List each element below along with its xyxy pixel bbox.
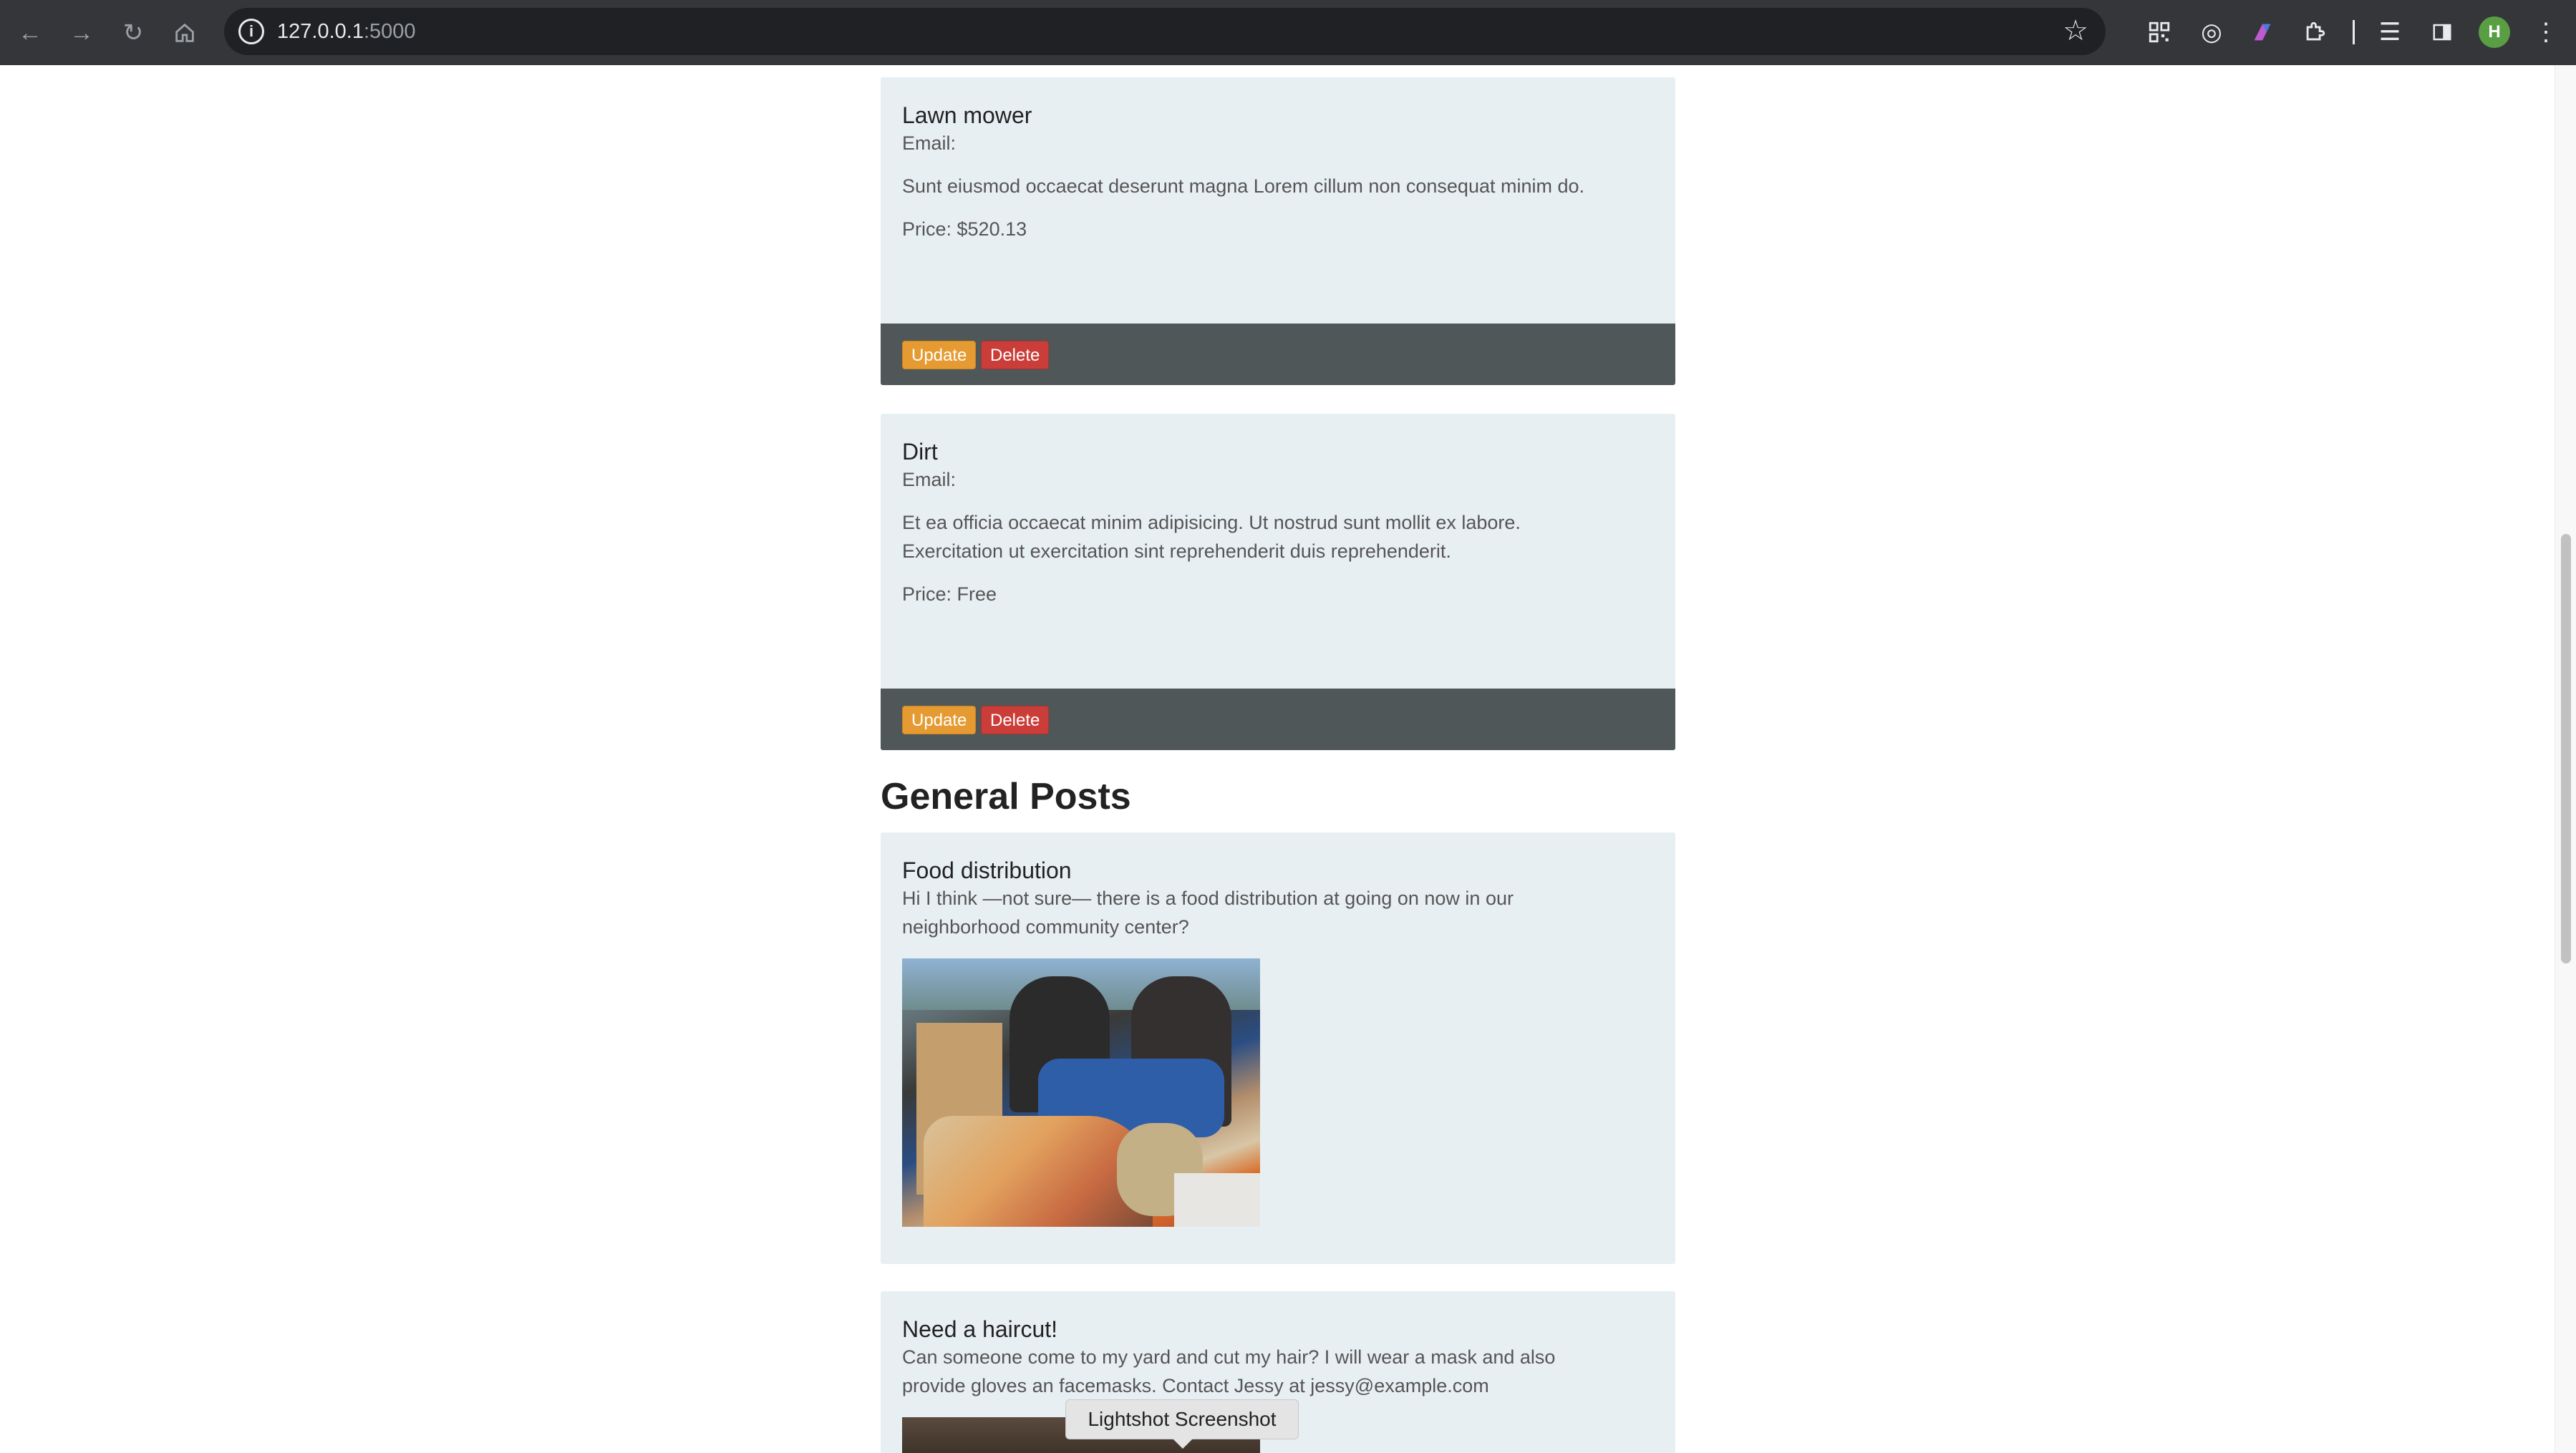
delete-button[interactable]: Delete — [981, 706, 1050, 734]
post-body: Hi I think —not sure— there is a food di… — [902, 888, 1514, 938]
target-icon[interactable]: ◎ — [2195, 16, 2228, 49]
item-card-footer: Update Delete — [881, 324, 1675, 385]
item-card-footer: Update Delete — [881, 689, 1675, 750]
post-title: Food distribution — [902, 857, 1072, 883]
home-icon[interactable] — [165, 13, 205, 53]
browser-toolbar: ← → ↻ i 127.0.0.1:5000 ☆ ◎ ☰ H ⋮ — [0, 0, 2576, 65]
item-price: Price: Free — [902, 583, 997, 605]
item-title: Dirt — [902, 439, 938, 465]
profile-avatar[interactable]: H — [2479, 16, 2510, 48]
delete-button[interactable]: Delete — [981, 341, 1050, 369]
update-button[interactable]: Update — [902, 706, 977, 734]
item-description: Sunt eiusmod occaecat deserunt magna Lor… — [902, 175, 1585, 197]
reload-icon[interactable]: ↻ — [113, 13, 153, 53]
side-panel-icon[interactable] — [2426, 16, 2459, 49]
tooltip-pointer — [1173, 1439, 1193, 1449]
post-image — [902, 958, 1260, 1227]
item-price: Price: $520.13 — [902, 218, 1027, 240]
item-email-label: Email: — [902, 469, 957, 490]
bookmark-star-icon[interactable]: ☆ — [2063, 15, 2088, 47]
update-button[interactable]: Update — [902, 341, 977, 369]
post-title: Need a haircut! — [902, 1316, 1058, 1342]
address-bar[interactable]: i 127.0.0.1:5000 ☆ — [224, 8, 2106, 55]
item-email-label: Email: — [902, 132, 957, 154]
puzzle-extensions-icon[interactable] — [2298, 16, 2331, 49]
post-body: Can someone come to my yard and cut my h… — [902, 1346, 1556, 1396]
item-title: Lawn mower — [902, 102, 1032, 128]
qr-code-icon[interactable] — [2143, 16, 2176, 49]
page-viewport: Lawn mower Email: Sunt eiusmod occaecat … — [0, 65, 2555, 1453]
back-arrow-icon[interactable]: ← — [10, 13, 50, 53]
forward-arrow-icon[interactable]: → — [62, 13, 102, 53]
general-posts-heading: General Posts — [881, 776, 1131, 817]
item-description: Et ea officia occaecat minim adipisicing… — [902, 512, 1521, 562]
info-icon[interactable]: i — [238, 19, 264, 44]
item-card: Lawn mower Email: Sunt eiusmod occaecat … — [881, 77, 1675, 385]
item-card: Dirt Email: Et ea officia occaecat minim… — [881, 414, 1675, 750]
media-queue-icon[interactable]: ☰ — [2373, 16, 2406, 49]
url-text[interactable]: 127.0.0.1:5000 — [277, 19, 416, 44]
lightshot-tooltip: Lightshot Screenshot — [1065, 1399, 1299, 1439]
kebab-menu-icon[interactable]: ⋮ — [2529, 16, 2562, 49]
scrollbar-thumb[interactable] — [2561, 534, 2571, 963]
page-scrollbar[interactable] — [2555, 65, 2576, 1453]
post-card: Food distribution Hi I think —not sure— … — [881, 832, 1675, 1264]
flag-extension-icon[interactable] — [2246, 16, 2279, 49]
toolbar-separator — [2353, 20, 2355, 44]
